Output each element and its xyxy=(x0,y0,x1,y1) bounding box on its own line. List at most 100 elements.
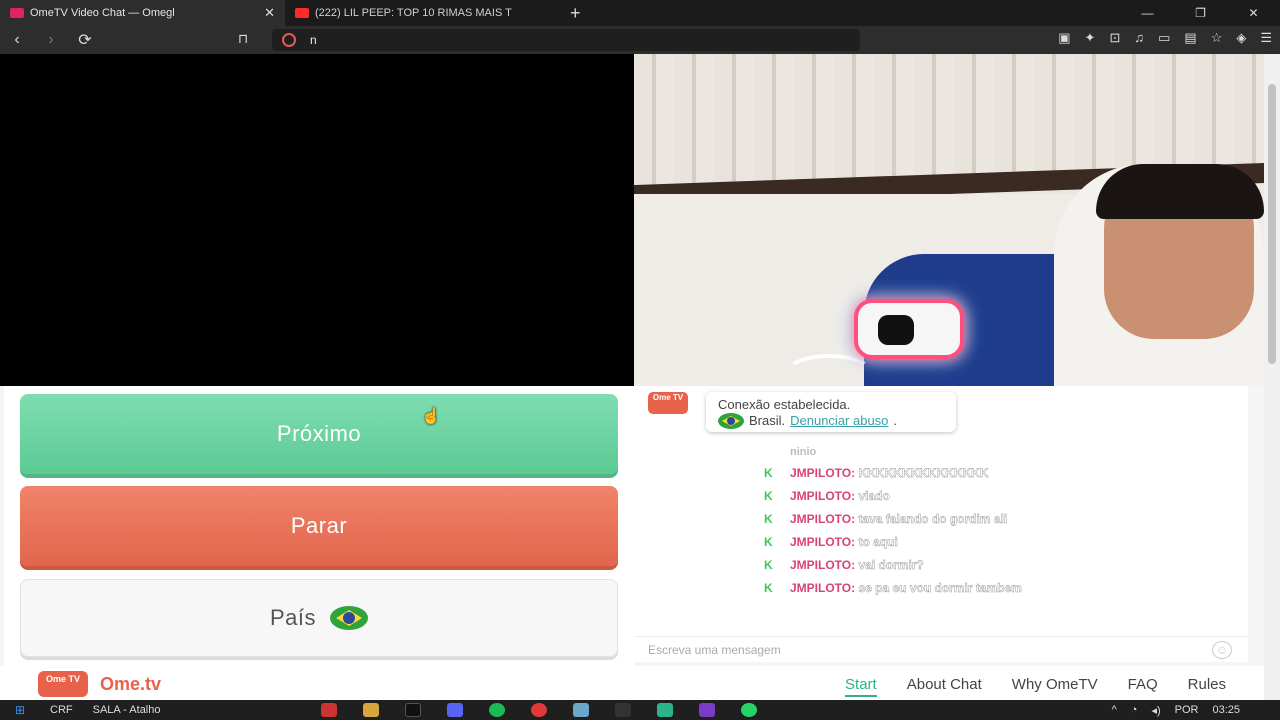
chat-panel: Ome TV Conexão estabelecida. Brasil. Den… xyxy=(634,386,1248,662)
kick-icon: K xyxy=(764,489,773,503)
page-scrollbar[interactable] xyxy=(1264,54,1280,700)
controls-panel: Próximo Parar País xyxy=(4,386,634,666)
site-shield-icon xyxy=(282,33,296,47)
nav-start[interactable]: Start xyxy=(845,676,877,697)
tab-close-icon[interactable]: ✕ xyxy=(264,5,275,21)
back-icon[interactable]: ‹ xyxy=(0,31,34,49)
nav-rules[interactable]: Rules xyxy=(1188,676,1226,697)
message-input[interactable]: Escreva uma mensagem ☺ xyxy=(634,636,1248,662)
vpn-shield-icon[interactable]: ◈ xyxy=(1236,30,1246,46)
connection-bubble: Conexão estabelecida. Brasil. Denunciar … xyxy=(706,392,956,432)
page: Próximo Parar País Ome TV Conexão estabe… xyxy=(0,54,1280,700)
kick-icon: K xyxy=(764,581,773,595)
message-list: ninio K JMPILOTO: KKKKKKKKKKKKKKK K JMPILO… xyxy=(764,446,1124,603)
brazil-flag-icon xyxy=(718,413,744,429)
footer-nav: Start About Chat Why OmeTV FAQ Rules xyxy=(845,676,1226,697)
clock[interactable]: 03:25 xyxy=(1212,704,1240,716)
kick-icon: K xyxy=(764,512,773,526)
brand-name[interactable]: Ome.tv xyxy=(100,674,161,695)
country-name: Brasil. xyxy=(749,413,786,428)
brazil-flag-icon xyxy=(330,606,369,630)
ometv-logo-icon: Ome TV xyxy=(648,392,688,414)
taskbar: ⊞ CRF SALA - Atalho ^ ◔ ◂) POR 03:25 xyxy=(0,700,1280,720)
youtube-favicon-icon xyxy=(295,8,309,18)
volume-icon[interactable]: ◂) xyxy=(1151,704,1160,717)
connection-text: Conexão estabelecida. xyxy=(718,397,851,412)
partner-video xyxy=(634,54,1264,386)
sidebar-icon[interactable]: ▭ xyxy=(1158,30,1170,46)
footer: Ome TV Ome.tv Start About Chat Why OmeTV… xyxy=(0,666,1264,700)
chat-message: K JMPILOTO: to aqui xyxy=(764,535,898,549)
tab-title: OmeTV Video Chat — Omegl xyxy=(30,7,175,19)
emoji-icon[interactable]: ☺ xyxy=(1212,641,1232,659)
person-headphones xyxy=(1096,164,1264,219)
mouse-cursor-icon: ☝ xyxy=(421,408,441,425)
message-placeholder: Escreva uma mensagem xyxy=(648,643,781,657)
country-button[interactable]: País xyxy=(20,579,618,657)
next-button[interactable]: Próximo xyxy=(20,394,618,474)
taskbar-item-sala[interactable]: SALA - Atalho xyxy=(83,704,171,716)
spotify-icon[interactable] xyxy=(488,703,505,717)
window-controls: — ❐ ✕ xyxy=(1121,0,1280,26)
chat-message: K JMPILOTO: KKKKKKKKKKKKKKK xyxy=(764,466,989,480)
new-tab-button[interactable]: + xyxy=(560,3,591,24)
wifi-icon[interactable]: ◔ xyxy=(1131,704,1138,716)
faded-message: ninio xyxy=(790,446,817,458)
chat-message: K JMPILOTO: viado xyxy=(764,489,890,503)
opera-icon[interactable] xyxy=(530,703,547,717)
scrollbar-thumb[interactable] xyxy=(1268,84,1276,364)
tab-favicon-icon xyxy=(10,8,24,18)
discord-icon[interactable] xyxy=(446,703,463,717)
tab-ometv[interactable]: OmeTV Video Chat — Omegl ✕ xyxy=(0,0,285,26)
kick-icon: K xyxy=(764,558,773,572)
file-explorer-icon[interactable] xyxy=(362,703,379,717)
kick-icon: K xyxy=(764,466,773,480)
minimize-button[interactable]: — xyxy=(1121,0,1174,26)
toolbar-icons: ▣ ✦ ⊡ ♫ ▭ ▤ ☆ ◈ ☰ xyxy=(1058,30,1272,46)
taskbar-item-crf[interactable]: CRF xyxy=(40,704,83,716)
url-field[interactable]: n xyxy=(272,29,860,51)
system-tray: ^ ◔ ◂) POR 03:25 xyxy=(1112,700,1240,720)
wallet-icon[interactable]: ▤ xyxy=(1184,30,1196,46)
own-video xyxy=(0,54,634,386)
app-icon[interactable] xyxy=(572,703,589,717)
webcam-lens xyxy=(878,315,914,345)
nav-about-chat[interactable]: About Chat xyxy=(907,676,982,697)
reload-icon[interactable]: ⟳ xyxy=(68,30,102,50)
capcut-icon[interactable] xyxy=(614,703,631,717)
music-icon[interactable]: ♫ xyxy=(1134,30,1144,46)
url-text: n xyxy=(310,33,317,47)
opera-gx-icon[interactable] xyxy=(320,703,337,717)
puzzle-icon[interactable]: ✦ xyxy=(1085,30,1096,46)
webcam-cable xyxy=(784,354,874,386)
whatsapp-icon[interactable] xyxy=(740,703,757,717)
screen-recorder-icon[interactable] xyxy=(656,703,673,717)
tab-youtube[interactable]: (222) LIL PEEP: TOP 10 RIMAS MAIS T xyxy=(285,0,560,26)
tab-title: (222) LIL PEEP: TOP 10 RIMAS MAIS T xyxy=(315,7,512,19)
close-window-button[interactable]: ✕ xyxy=(1227,0,1280,26)
chat-message: K JMPILOTO: vai dormir? xyxy=(764,558,924,572)
extension-icon[interactable]: ▣ xyxy=(1058,30,1070,46)
language-indicator[interactable]: POR xyxy=(1175,704,1199,716)
tray-chevron-icon[interactable]: ^ xyxy=(1112,704,1117,716)
country-label: País xyxy=(269,605,317,630)
forward-icon[interactable]: › xyxy=(34,31,68,49)
screenshot-icon[interactable]: ⊡ xyxy=(1109,30,1120,46)
webcam xyxy=(854,299,964,359)
chat-message: K JMPILOTO: se pa eu vou dormir tambem xyxy=(764,581,1022,595)
nav-why-ometv[interactable]: Why OmeTV xyxy=(1012,676,1098,697)
chat-message: K JMPILOTO: tava falando do gordim ali xyxy=(764,512,1008,526)
nav-faq[interactable]: FAQ xyxy=(1128,676,1158,697)
kick-icon: K xyxy=(764,535,773,549)
maximize-button[interactable]: ❐ xyxy=(1174,0,1227,26)
bookmark-icon[interactable]: ⊓ xyxy=(238,31,248,47)
windows-start-icon[interactable]: ⊞ xyxy=(0,703,40,717)
stop-button[interactable]: Parar xyxy=(20,486,618,566)
report-abuse-link[interactable]: Denunciar abuso xyxy=(790,413,888,429)
favorites-icon[interactable]: ☆ xyxy=(1211,30,1223,46)
ometv-logo-icon[interactable]: Ome TV xyxy=(38,671,88,697)
game-launcher-icon[interactable] xyxy=(698,703,715,717)
tab-bar: OmeTV Video Chat — Omegl ✕ (222) LIL PEE… xyxy=(0,0,1280,26)
menu-icon[interactable]: ☰ xyxy=(1260,30,1272,46)
tiktok-icon[interactable] xyxy=(404,703,421,717)
